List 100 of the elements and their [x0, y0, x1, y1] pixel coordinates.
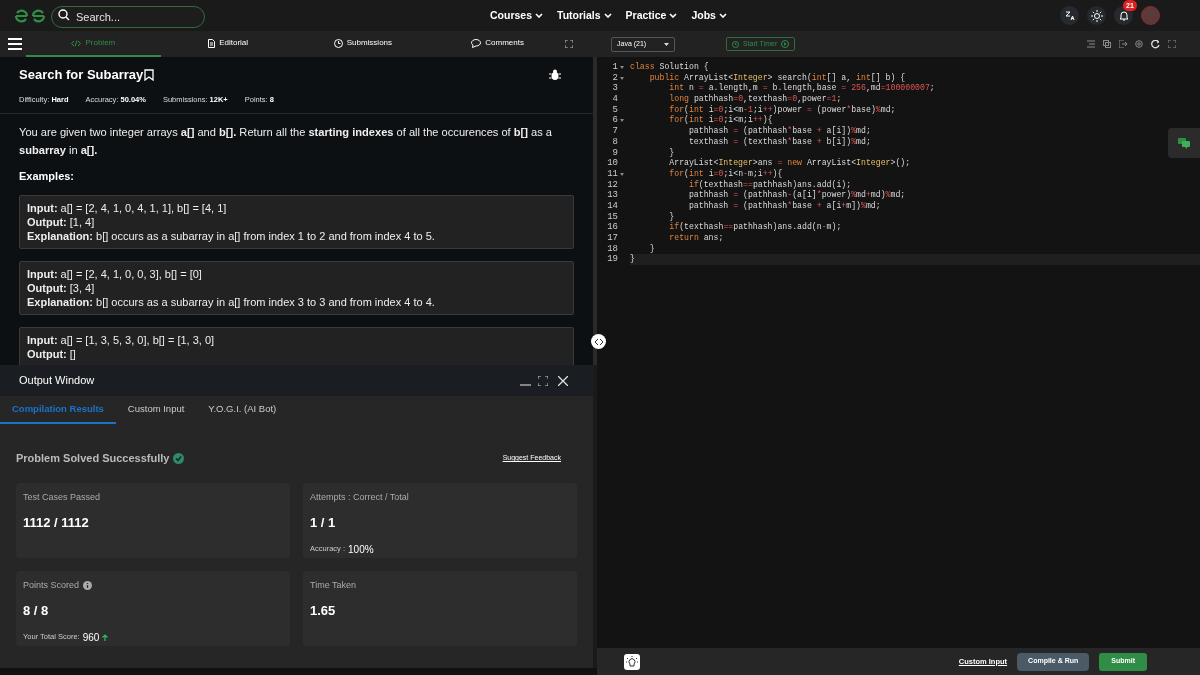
problem-tab[interactable]: Submissions [295, 31, 431, 57]
card-value: 1.65 [310, 602, 337, 620]
menu-icon[interactable] [8, 38, 22, 50]
fold-icon[interactable] [620, 65, 624, 69]
output-window-title: Output Window [19, 373, 95, 389]
fold-icon[interactable] [620, 119, 624, 123]
problem-description: You are given two integer arrays a[] and b[]. Return all the starting indexes of all the occurences of b[] as a subarray in a[]. [19, 124, 553, 158]
example-line: Input: a[] = [2, 4, 1, 0, 4, 1, 1], b[] = [4, 1] [27, 201, 228, 216]
close-icon[interactable] [558, 375, 568, 386]
code-line: } [648, 243, 655, 253]
hint-button[interactable] [624, 653, 640, 670]
code-line: } [668, 211, 675, 221]
theme-button[interactable] [1087, 6, 1106, 25]
search-icon [58, 8, 70, 21]
nav-menu[interactable]: Practice [625, 7, 678, 24]
line-number: 11 [607, 168, 618, 180]
translate-button[interactable] [1060, 6, 1079, 25]
chevron-icon [669, 13, 678, 18]
expand-icon[interactable] [538, 375, 548, 386]
reset-icon[interactable] [1151, 39, 1160, 49]
fold-icon[interactable] [620, 172, 624, 176]
code-line: class Solution { [630, 62, 709, 71]
fullscreen-icon[interactable] [1168, 40, 1176, 48]
code-line: ArrayList<Integer>ans = new ArrayList<Integer>(); [668, 158, 911, 168]
example-line: Explanation: b[] occurs as a subarray in a[] from index 3 to 3 and from index 4 to 4. [27, 295, 436, 310]
code-line: } [630, 254, 635, 264]
nav-menu[interactable]: Jobs [691, 7, 727, 24]
clock-icon [333, 38, 343, 48]
example-line: Output: [3, 4] [27, 281, 96, 296]
settings-icon[interactable] [1135, 40, 1143, 48]
play-icon [781, 40, 790, 48]
line-number: 3 [612, 83, 618, 95]
nav-menu[interactable]: Tutorials [557, 7, 612, 24]
line-number: 4 [612, 94, 618, 105]
card-sub-value: 100% [348, 542, 374, 557]
resize-icon [594, 338, 603, 345]
line-number: 14 [607, 200, 618, 212]
code-line: for(int i=0;i<m-1;i++)power = (power*base)%md; [668, 104, 896, 114]
result-status: Problem Solved Successfully [16, 451, 170, 466]
clock-icon [732, 40, 739, 48]
bookmark-icon[interactable] [144, 68, 155, 81]
logo-icon[interactable] [14, 8, 46, 23]
copy-icon[interactable] [1103, 40, 1111, 48]
card-sub-value: 960 [82, 630, 100, 645]
code-line: int n = a.length,m = b.length,base = 256,md=100000007; [668, 83, 935, 93]
problem-tab[interactable]: Editorial [160, 31, 296, 57]
comment-icon [471, 38, 482, 48]
output-tab[interactable]: Y.O.G.I. (AI Bot) [196, 396, 289, 424]
code-line: pathhash = (pathhash-(a[i]*power)%md+md)%md; [687, 190, 906, 200]
bug-icon[interactable] [549, 68, 561, 81]
example-line: Output: [] [27, 347, 77, 362]
line-number: 19 [607, 254, 618, 266]
code-line: } [668, 147, 675, 157]
line-number: 2 [612, 72, 618, 84]
sun-icon [1090, 9, 1103, 22]
example-line: Input: a[] = [2, 4, 1, 0, 0, 3], b[] = [0] [27, 267, 203, 282]
document-icon [208, 38, 216, 48]
line-number: 15 [607, 211, 618, 223]
code-line: return ans; [668, 233, 724, 242]
example-line: Output: [1, 4] [27, 215, 96, 230]
fold-icon[interactable] [620, 76, 624, 80]
code-line: if(texthash==pathhash)ans.add(i); [687, 179, 852, 189]
lightbulb-icon [626, 655, 638, 668]
line-number: 1 [612, 62, 618, 73]
card-value: 1112 / 1112 [23, 514, 90, 532]
code-icon [71, 39, 82, 47]
line-number: 10 [607, 158, 618, 169]
example-line: Explanation: b[] occurs as a subarray in a[] from index 1 to 2 and from index 4 to 5. [27, 229, 436, 244]
output-tab[interactable]: Custom Input [115, 396, 197, 424]
line-number: 17 [607, 233, 618, 244]
line-number: 12 [607, 179, 618, 191]
nav-menu[interactable]: Courses [490, 7, 543, 24]
chevron-icon [603, 13, 612, 18]
chat-button[interactable] [1168, 128, 1200, 158]
card-value: 1 / 1 [310, 514, 337, 532]
line-number: 5 [612, 104, 618, 116]
line-number: 16 [607, 222, 618, 233]
line-number: 9 [612, 147, 618, 159]
problem-tab[interactable]: Comments [430, 31, 565, 57]
line-number: 13 [607, 190, 618, 201]
card-label: Points Scored [23, 578, 80, 592]
info-icon[interactable] [83, 580, 93, 590]
code-line: pathhash = (pathhash*base + a[i])%md; [687, 126, 871, 136]
expand-icon[interactable] [565, 40, 573, 48]
examples-heading: Examples: [19, 168, 76, 184]
import-icon[interactable] [1119, 40, 1127, 48]
code-line: if(texthash==pathhash)ans.add(n-m); [668, 222, 842, 232]
notification-button[interactable] [1114, 6, 1133, 25]
code-line: for(int i=0;i<n-m;i++){ [668, 168, 783, 178]
card-label: Test Cases Passed [23, 490, 101, 504]
check-circle-icon [173, 452, 185, 464]
card-value: 8 / 8 [23, 602, 50, 620]
problem-title: Search for Subarray [19, 66, 144, 84]
translate-icon [1064, 10, 1075, 21]
code-line: public ArrayList<Integer> search(int[] a, int[] b) { [648, 72, 906, 82]
chevron-icon [535, 13, 543, 18]
search-field[interactable]: Search... [51, 5, 205, 28]
chevron-icon [718, 13, 727, 18]
line-number: 7 [612, 126, 618, 137]
code-line: long pathhash=0,texthash=0,power=1; [668, 94, 842, 104]
